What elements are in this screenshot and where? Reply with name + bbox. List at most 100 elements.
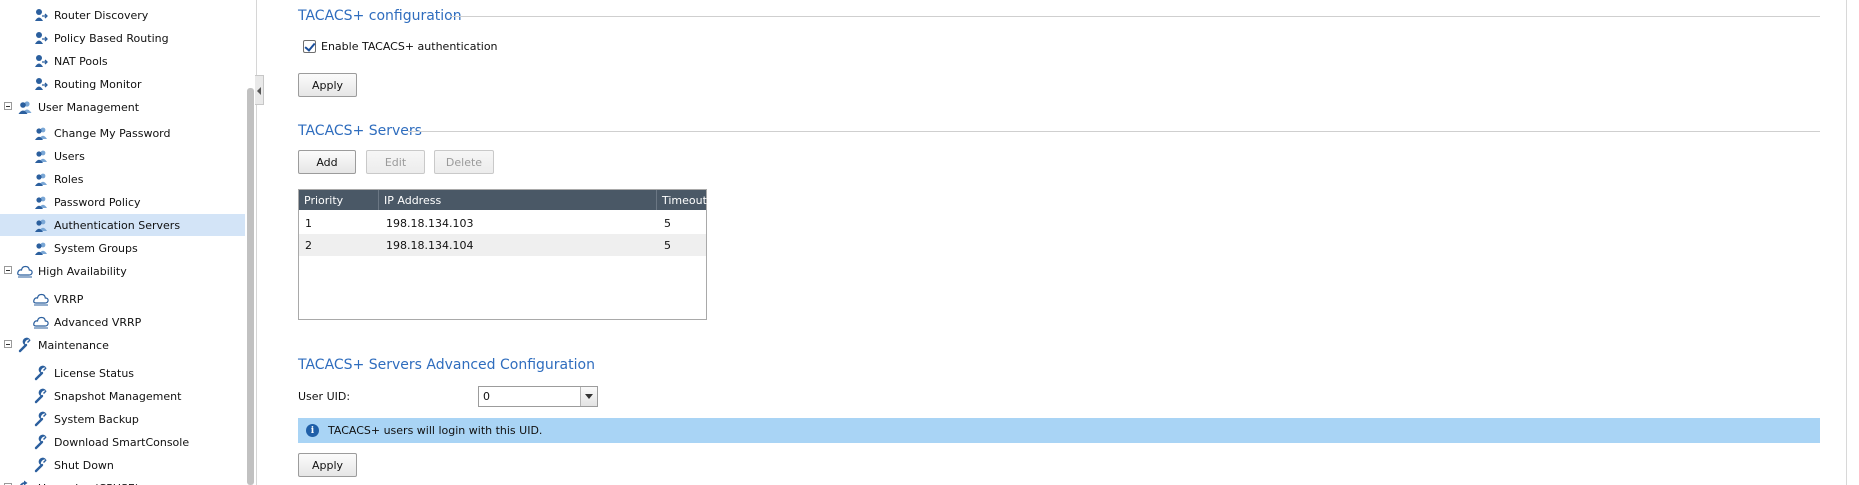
delete-server-button[interactable]: Delete: [434, 150, 494, 174]
sidebar-item-roles[interactable]: Roles: [0, 168, 245, 190]
collapse-sidebar-button[interactable]: [255, 75, 264, 105]
column-header-ip-address[interactable]: IP Address: [379, 190, 657, 210]
apply-config-button[interactable]: Apply: [298, 73, 357, 97]
sidebar-item-label: Routing Monitor: [54, 77, 142, 91]
table-row[interactable]: 2 198.18.134.104 5: [299, 234, 706, 256]
user-icon: [33, 217, 49, 233]
collapse-toggle-icon[interactable]: [4, 102, 12, 110]
sidebar-item-label: Upgrades (CPUSE): [38, 482, 139, 485]
sidebar-item-label: User Management: [38, 100, 140, 114]
user-icon: [33, 171, 49, 187]
sidebar-item-users[interactable]: Users: [0, 145, 245, 167]
sidebar-item-snapshot-management[interactable]: Snapshot Management: [0, 385, 245, 407]
sidebar-item-label: High Availability: [38, 264, 127, 278]
sidebar-item-label: Download SmartConsole: [54, 435, 190, 449]
collapse-toggle-icon[interactable]: [4, 266, 12, 274]
routing-icon: [33, 53, 49, 69]
enable-tacacs-label: Enable TACACS+ authentication: [321, 40, 498, 53]
tacacs-servers-table: Priority IP Address Timeout 1 198.18.134…: [298, 189, 707, 320]
tacacs-config-title: TACACS+ configuration: [298, 8, 462, 24]
tacacs-servers-title: TACACS+ Servers: [298, 123, 422, 139]
info-icon: i: [306, 424, 319, 437]
priority-cell: 1: [305, 216, 312, 230]
wrench-icon: [33, 388, 49, 404]
sidebar-item-authentication-servers[interactable]: Authentication Servers: [0, 214, 245, 236]
user-uid-select[interactable]: 0: [478, 386, 598, 407]
sidebar-item-router-discovery[interactable]: Router Discovery: [0, 4, 245, 26]
column-header-priority[interactable]: Priority: [299, 190, 379, 210]
sidebar-item-policy-based-routing[interactable]: Policy Based Routing: [0, 27, 245, 49]
cloud-icon: [17, 263, 33, 279]
user-icon: [33, 240, 49, 256]
sidebar-item-label: Shut Down: [54, 458, 114, 472]
cloud-icon: [33, 314, 49, 330]
sidebar-item-routing-monitor[interactable]: Routing Monitor: [0, 73, 245, 95]
column-header-timeout[interactable]: Timeout: [657, 190, 707, 210]
sidebar-item-label: Authentication Servers: [54, 218, 181, 232]
user-icon: [33, 125, 49, 141]
edit-server-button[interactable]: Edit: [366, 150, 425, 174]
add-server-button[interactable]: Add: [298, 150, 356, 174]
advanced-config-title: TACACS+ Servers Advanced Configuration: [298, 357, 595, 373]
section-divider: [408, 131, 1820, 132]
sidebar-item-label: Snapshot Management: [54, 389, 182, 403]
apply-advanced-button[interactable]: Apply: [298, 453, 357, 477]
users-icon: [17, 99, 33, 115]
section-divider: [450, 16, 1820, 17]
user-uid-value: 0: [483, 390, 490, 403]
info-message-text: TACACS+ users will login with this UID.: [328, 424, 543, 437]
sidebar-item-system-backup[interactable]: System Backup: [0, 408, 245, 430]
chevron-down-icon[interactable]: [580, 387, 597, 406]
sidebar-item-label: System Backup: [54, 412, 139, 426]
wrench-icon: [33, 434, 49, 450]
table-header: Priority IP Address Timeout: [299, 190, 707, 210]
user-uid-label: User UID:: [298, 390, 351, 403]
sidebar-item-label: VRRP: [54, 292, 84, 306]
cloud-icon: [33, 291, 49, 307]
sidebar-item-label: Maintenance: [38, 338, 109, 352]
user-icon: [33, 148, 49, 164]
sidebar-item-label: License Status: [54, 366, 135, 380]
sidebar-item-label: System Groups: [54, 241, 138, 255]
sidebar-item-label: Change My Password: [54, 126, 171, 140]
timeout-cell: 5: [664, 216, 671, 230]
sidebar-item-shut-down[interactable]: Shut Down: [0, 454, 245, 476]
sidebar-item-nat-pools[interactable]: NAT Pools: [0, 50, 245, 72]
sidebar-item-label: Password Policy: [54, 195, 141, 209]
page-right-border: [1846, 0, 1847, 485]
sidebar-item-change-my-password[interactable]: Change My Password: [0, 122, 245, 144]
wrench-icon: [33, 365, 49, 381]
sidebar-scrollbar[interactable]: [247, 88, 254, 485]
sidebar-item-advanced-vrrp[interactable]: Advanced VRRP: [0, 311, 245, 333]
sidebar-group-upgrades-cpuse[interactable]: Upgrades (CPUSE): [0, 477, 245, 485]
timeout-cell: 5: [664, 238, 671, 252]
user-icon: [33, 194, 49, 210]
sidebar-item-password-policy[interactable]: Password Policy: [0, 191, 245, 213]
sidebar-item-license-status[interactable]: License Status: [0, 362, 245, 384]
ip-address-cell: 198.18.134.104: [386, 238, 474, 252]
table-row[interactable]: 1 198.18.134.103 5: [299, 212, 706, 234]
sidebar-item-label: Users: [54, 149, 85, 163]
routing-icon: [33, 30, 49, 46]
sidebar-item-label: Advanced VRRP: [54, 315, 142, 329]
sidebar-item-download-smartconsole[interactable]: Download SmartConsole: [0, 431, 245, 453]
sidebar-item-label: Roles: [54, 172, 84, 186]
sidebar-group-high-availability[interactable]: High Availability: [0, 260, 245, 282]
routing-icon: [33, 7, 49, 23]
priority-cell: 2: [305, 238, 312, 252]
sidebar-item-label: Router Discovery: [54, 8, 149, 22]
wrench-icon: [33, 411, 49, 427]
sidebar-group-maintenance[interactable]: Maintenance: [0, 334, 245, 356]
collapse-toggle-icon[interactable]: [4, 340, 12, 348]
ip-address-cell: 198.18.134.103: [386, 216, 474, 230]
sidebar-group-user-management[interactable]: User Management: [0, 96, 245, 118]
sidebar-item-label: Policy Based Routing: [54, 31, 169, 45]
main-content: TACACS+ configuration Enable TACACS+ aut…: [298, 0, 1820, 485]
sidebar-item-label: NAT Pools: [54, 54, 108, 68]
enable-tacacs-checkbox[interactable]: [303, 40, 316, 53]
sidebar-item-system-groups[interactable]: System Groups: [0, 237, 245, 259]
sidebar-item-vrrp[interactable]: VRRP: [0, 288, 245, 310]
wrench-icon: [33, 457, 49, 473]
navigation-sidebar: Router Discovery Policy Based Routing NAT …: [0, 0, 246, 485]
refresh-icon: [17, 480, 33, 485]
